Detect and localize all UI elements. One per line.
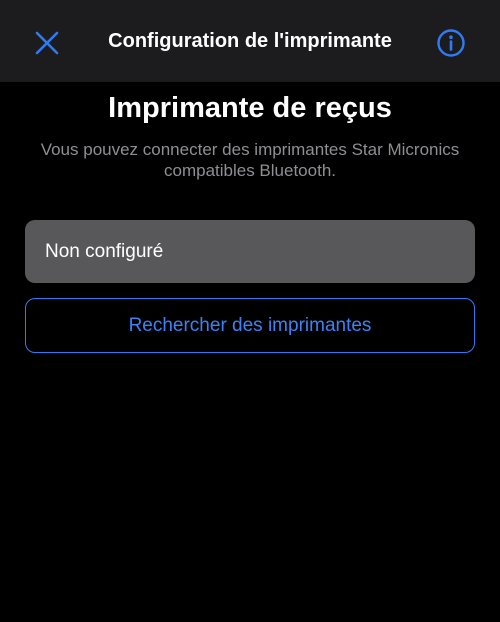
nav-bar: Configuration de l'imprimante xyxy=(0,0,500,82)
printer-status-field[interactable]: Non configuré xyxy=(25,220,475,283)
info-icon xyxy=(437,29,465,57)
search-printers-label: Rechercher des imprimantes xyxy=(128,314,372,336)
info-button[interactable] xyxy=(434,26,468,60)
page-title: Imprimante de reçus xyxy=(108,92,392,124)
page-subtitle: Vous pouvez connecter des imprimantes St… xyxy=(40,140,460,180)
search-printers-button[interactable]: Rechercher des imprimantes xyxy=(25,298,475,353)
nav-title: Configuration de l'imprimante xyxy=(108,30,392,52)
close-icon xyxy=(35,31,59,55)
printer-status-value: Non configuré xyxy=(45,240,164,262)
close-button[interactable] xyxy=(30,26,64,60)
